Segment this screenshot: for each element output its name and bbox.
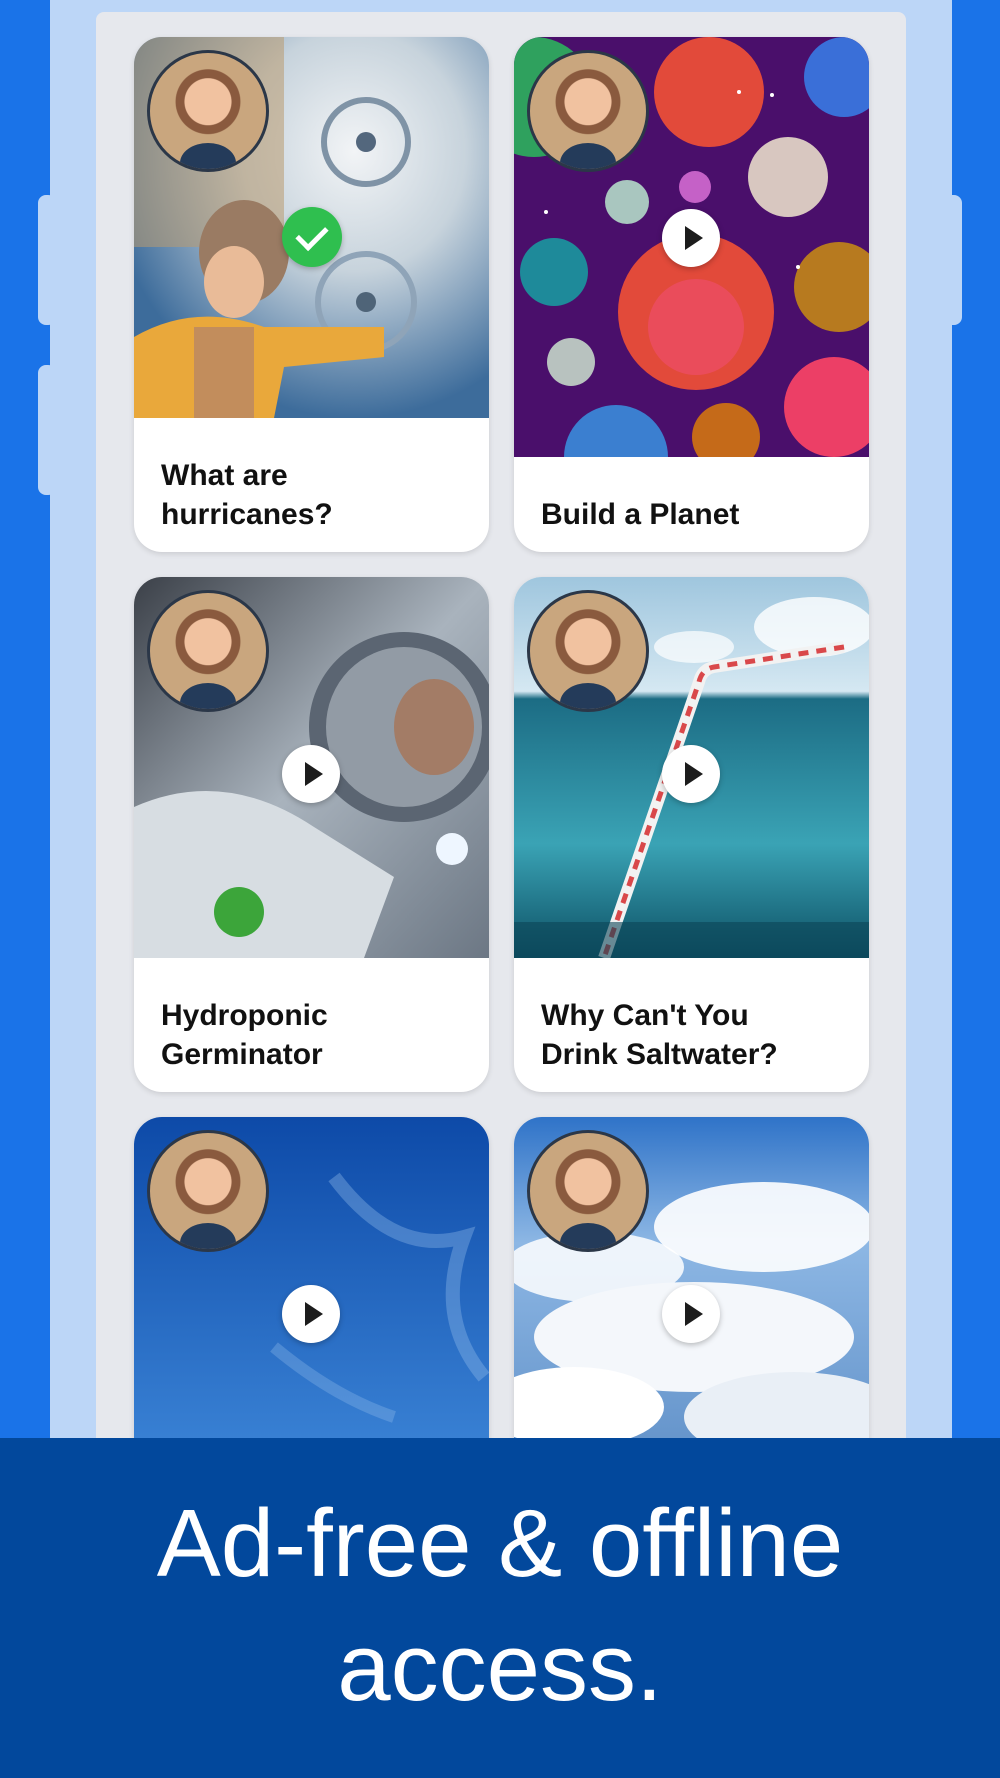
video-card-hurricanes[interactable]: What are hurricanes? (134, 37, 489, 552)
host-avatar (527, 1130, 649, 1252)
video-card-hydroponic-germinator[interactable]: Hydroponic Germinator (134, 577, 489, 1092)
host-avatar (527, 50, 649, 172)
checkmark-icon (282, 207, 342, 267)
video-thumbnail (514, 1117, 869, 1440)
video-thumbnail (134, 37, 489, 418)
video-thumbnail (514, 37, 869, 457)
play-icon[interactable] (662, 745, 720, 803)
host-avatar (147, 1130, 269, 1252)
video-card-sky[interactable] (134, 1117, 489, 1440)
host-avatar (147, 590, 269, 712)
play-icon[interactable] (662, 1285, 720, 1343)
play-icon[interactable] (662, 209, 720, 267)
volume-down-side-button (38, 365, 56, 495)
video-title: Why Can't You Drink Saltwater? (541, 999, 778, 1071)
video-thumbnail (134, 577, 489, 958)
video-card-clouds[interactable] (514, 1117, 869, 1440)
video-card-build-a-planet[interactable]: Build a Planet (514, 37, 869, 552)
play-icon[interactable] (282, 1285, 340, 1343)
video-grid-screen: What are hurricanes? Build a Planet Hydr… (96, 12, 906, 1440)
host-avatar (147, 50, 269, 172)
play-icon[interactable] (282, 745, 340, 803)
video-title: What are hurricanes? (161, 459, 333, 531)
video-title: Hydroponic Germinator (161, 999, 328, 1071)
host-avatar (527, 590, 649, 712)
volume-up-side-button (38, 195, 56, 325)
video-card-saltwater[interactable]: Why Can't You Drink Saltwater? (514, 577, 869, 1092)
promo-headline: Ad-free & offline access. (156, 1490, 844, 1721)
video-title: Build a Planet (541, 498, 740, 531)
video-thumbnail (514, 577, 869, 958)
power-side-button (944, 195, 962, 325)
video-thumbnail (134, 1117, 489, 1440)
promo-banner: Ad-free & offline access. (0, 1438, 1000, 1778)
